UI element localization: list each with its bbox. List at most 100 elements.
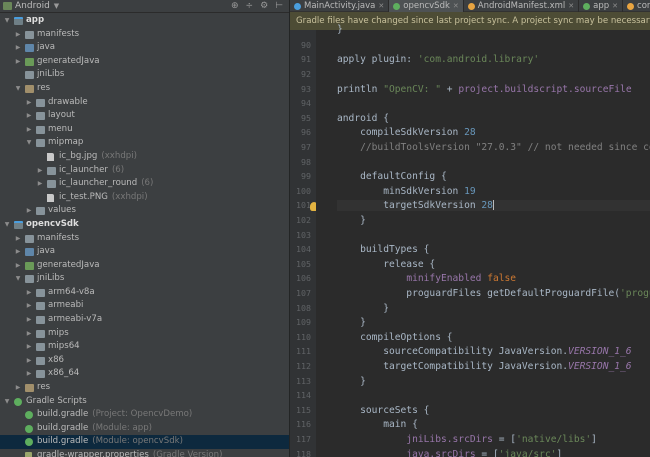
tree-item[interactable]: ▶ java [0, 245, 289, 259]
project-view-selector[interactable]: Android [15, 1, 50, 11]
code-line[interactable]: targetCompatibility JavaVersion.VERSION_… [337, 361, 631, 372]
tree-item[interactable]: gradle-wrapper.properties (Gradle Version… [0, 449, 289, 457]
tree-item[interactable]: ▶ x86 [0, 354, 289, 368]
code-line[interactable]: proguardFiles getDefaultProguardFile('pr… [337, 288, 650, 299]
tree-item[interactable]: ▶ ic_launcher_round (6) [0, 177, 289, 191]
collapsed-arrow-icon[interactable]: ▶ [14, 41, 22, 55]
gear-icon[interactable]: ⚙ [260, 1, 268, 11]
collapsed-arrow-icon[interactable]: ▶ [36, 164, 44, 178]
tree-item[interactable]: ▶ menu [0, 123, 289, 137]
code-line[interactable]: apply plugin: 'com.android.library' [337, 54, 539, 65]
code-line[interactable]: main { [337, 419, 418, 430]
editor-tab[interactable]: opencvSdk ✕ [389, 0, 464, 12]
sync-icon[interactable]: ⊕ [231, 1, 239, 11]
code-line[interactable]: } [337, 317, 366, 328]
collapsed-arrow-icon[interactable]: ▶ [14, 259, 22, 273]
collapsed-arrow-icon[interactable]: ▶ [25, 367, 33, 381]
expanded-arrow-icon[interactable]: ▼ [3, 395, 11, 409]
collapsed-arrow-icon[interactable]: ▶ [36, 177, 44, 191]
code-editor[interactable]: } apply plugin: 'com.android.library' pr… [316, 24, 650, 457]
code-line[interactable]: minifyEnabled false [337, 273, 516, 284]
code-line[interactable]: println "OpenCV: " + project.buildscript… [337, 84, 632, 95]
collapsed-arrow-icon[interactable]: ▶ [25, 109, 33, 123]
collapsed-arrow-icon[interactable]: ▶ [25, 286, 33, 300]
tree-item[interactable]: build.gradle (Project: OpencvDemo) [0, 408, 289, 422]
close-icon[interactable]: ✕ [568, 0, 574, 12]
tree-item[interactable]: ▶ drawable [0, 96, 289, 110]
collapsed-arrow-icon[interactable]: ▶ [14, 28, 22, 42]
tree-item[interactable]: ▶ armeabi [0, 299, 289, 313]
editor-tab[interactable]: app ✕ [579, 0, 624, 12]
close-icon[interactable]: ✕ [453, 0, 459, 12]
code-line[interactable]: java.srcDirs = ['java/src'] [337, 449, 562, 457]
tree-item[interactable]: ▶ armeabi-v7a [0, 313, 289, 327]
tree-item[interactable]: ic_bg.jpg (xxhdpi) [0, 150, 289, 164]
tree-item[interactable]: ▼ app [0, 14, 289, 28]
collapsed-arrow-icon[interactable]: ▶ [25, 313, 33, 327]
expanded-arrow-icon[interactable]: ▼ [25, 136, 33, 150]
code-line[interactable]: compileOptions { [337, 332, 452, 343]
tree-item[interactable]: ▼ jniLibs [0, 272, 289, 286]
code-line[interactable]: } [337, 376, 366, 387]
close-icon[interactable]: ✕ [378, 0, 384, 12]
code-line[interactable]: sourceSets { [337, 405, 429, 416]
tree-item[interactable]: ▼ mipmap [0, 136, 289, 150]
hide-icon[interactable]: ⊢ [275, 1, 283, 11]
editor-tab[interactable]: conte [623, 0, 650, 12]
chevron-down-icon[interactable]: ▼ [54, 2, 59, 10]
collapsed-arrow-icon[interactable]: ▶ [14, 245, 22, 259]
collapse-icon[interactable]: ÷ [246, 1, 254, 11]
code-line[interactable]: release { [337, 259, 435, 270]
code-line[interactable]: sourceCompatibility JavaVersion.VERSION_… [337, 346, 631, 357]
code-line[interactable]: } [337, 303, 389, 314]
collapsed-arrow-icon[interactable]: ▶ [14, 381, 22, 395]
collapsed-arrow-icon[interactable]: ▶ [25, 340, 33, 354]
tree-item[interactable]: ic_test.PNG (xxhdpi) [0, 191, 289, 205]
code-line[interactable]: minSdkVersion 19 [337, 186, 475, 197]
close-icon[interactable]: ✕ [612, 0, 618, 12]
tree-item[interactable]: ▼ Gradle Scripts [0, 395, 289, 409]
editor-tab[interactable]: AndroidManifest.xml ✕ [464, 0, 580, 12]
collapsed-arrow-icon[interactable]: ▶ [14, 55, 22, 69]
tree-item[interactable]: ▶ java [0, 41, 289, 55]
expanded-arrow-icon[interactable]: ▼ [3, 218, 11, 232]
code-line[interactable]: buildTypes { [337, 244, 429, 255]
code-line[interactable]: } [337, 215, 366, 226]
tree-item[interactable]: ▶ layout [0, 109, 289, 123]
tree-item[interactable]: ▶ manifests [0, 28, 289, 42]
code-line-current[interactable]: targetSdkVersion 28 [337, 200, 650, 212]
code-line[interactable]: compileSdkVersion 28 [337, 127, 476, 138]
collapsed-arrow-icon[interactable]: ▶ [14, 232, 22, 246]
expanded-arrow-icon[interactable]: ▼ [14, 272, 22, 286]
gradle-sync-notification[interactable]: Gradle files have changed since last pro… [290, 12, 650, 30]
collapsed-arrow-icon[interactable]: ▶ [25, 299, 33, 313]
code-line[interactable]: } [337, 24, 343, 35]
tree-item[interactable]: ▶ manifests [0, 232, 289, 246]
expanded-arrow-icon[interactable]: ▼ [14, 82, 22, 96]
tree-item[interactable]: ▶ res [0, 381, 289, 395]
code-line[interactable]: //buildToolsVersion "27.0.3" // not need… [337, 142, 650, 153]
tree-item[interactable]: ▶ mips64 [0, 340, 289, 354]
tree-item[interactable]: ▼ res [0, 82, 289, 96]
tree-item[interactable]: ▶ generatedJava [0, 55, 289, 69]
collapsed-arrow-icon[interactable]: ▶ [25, 354, 33, 368]
tree-item[interactable]: ▼ opencvSdk [0, 218, 289, 232]
collapsed-arrow-icon[interactable]: ▶ [25, 327, 33, 341]
code-line[interactable]: defaultConfig { [337, 171, 447, 182]
code-line[interactable]: android { [337, 113, 389, 124]
tree-item[interactable]: build.gradle (Module: app) [0, 422, 289, 436]
collapsed-arrow-icon[interactable]: ▶ [25, 123, 33, 137]
tree-item[interactable]: ▶ mips [0, 327, 289, 341]
tree-item[interactable]: ▶ x86_64 [0, 367, 289, 381]
collapsed-arrow-icon[interactable]: ▶ [25, 204, 33, 218]
expanded-arrow-icon[interactable]: ▼ [3, 14, 11, 28]
tree-item[interactable]: build.gradle (Module: opencvSdk) [0, 435, 289, 449]
collapsed-arrow-icon[interactable]: ▶ [25, 96, 33, 110]
tree-item[interactable]: ▶ arm64-v8a [0, 286, 289, 300]
tree-item[interactable]: jniLibs [0, 68, 289, 82]
tree-item[interactable]: ▶ values [0, 204, 289, 218]
code-line[interactable]: jniLibs.srcDirs = ['native/libs'] [337, 434, 597, 445]
editor-tab[interactable]: MainActivity.java ✕ [290, 0, 390, 12]
tree-item[interactable]: ▶ ic_launcher (6) [0, 164, 289, 178]
tree-item[interactable]: ▶ generatedJava [0, 259, 289, 273]
